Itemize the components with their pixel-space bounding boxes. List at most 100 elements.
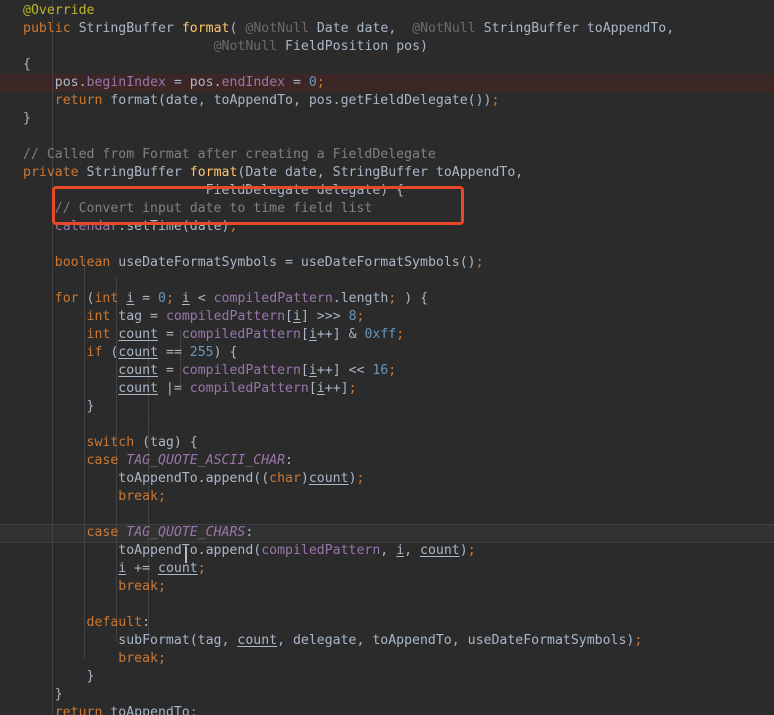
code-token: [	[300, 363, 309, 378]
code-token: ;	[467, 543, 476, 558]
code-line[interactable]: @Override	[0, 2, 774, 20]
code-line[interactable]: count = compiledPattern[i++] << 16;	[0, 362, 774, 380]
code-line[interactable]	[0, 596, 774, 614]
code-token: // Called from Format after creating a F…	[23, 147, 436, 162]
code-line[interactable]: // Called from Format after creating a F…	[0, 146, 774, 164]
code-token: break	[118, 489, 158, 504]
code-line[interactable]: private StringBuffer format(Date date, S…	[0, 164, 774, 182]
code-token: +=	[126, 561, 158, 576]
code-token: ;	[396, 327, 405, 342]
code-token: int	[86, 309, 111, 324]
code-line[interactable]: i += count;	[0, 560, 774, 578]
code-line[interactable]: @NotNull FieldPosition pos)	[0, 38, 774, 56]
code-token: @Override	[23, 3, 95, 18]
code-line[interactable]	[0, 506, 774, 524]
code-token: =	[158, 327, 182, 342]
text-caret	[185, 547, 187, 563]
code-line[interactable]: int count = compiledPattern[i++] & 0xff;	[0, 326, 774, 344]
code-line[interactable]: switch (tag) {	[0, 434, 774, 452]
code-line[interactable]: }	[0, 686, 774, 704]
code-token: private	[23, 165, 79, 180]
code-token: for	[54, 291, 79, 306]
code-token: =	[165, 75, 190, 90]
code-line[interactable]: toAppendTo.append(compiledPattern, i, co…	[0, 542, 774, 560]
code-token: ;	[189, 705, 198, 715]
code-token: // Convert input date to time field list	[54, 201, 373, 216]
code-line[interactable]: // Convert input date to time field list	[0, 200, 774, 218]
code-token: ;	[388, 291, 405, 306]
code-token: ;	[197, 561, 206, 576]
code-token: endIndex	[221, 75, 286, 90]
code-line[interactable]	[0, 128, 774, 146]
code-line[interactable]: boolean useDateFormatSymbols = useDateFo…	[0, 254, 774, 272]
code-token: useDateFormatSymbols = useDateFormatSymb…	[118, 255, 476, 270]
code-line[interactable]: count |= compiledPattern[i++];	[0, 380, 774, 398]
code-line[interactable]	[0, 416, 774, 434]
code-token: ] >>>	[300, 309, 349, 324]
code-token: format	[189, 165, 238, 180]
code-token: compiledPattern	[189, 381, 309, 396]
code-line[interactable]: for (int i = 0; i < compiledPattern.leng…	[0, 290, 774, 308]
code-token: i	[308, 327, 317, 342]
code-token: return	[54, 705, 103, 715]
code-line[interactable]: break;	[0, 578, 774, 596]
code-line[interactable]: if (count == 255) {	[0, 344, 774, 362]
code-token: :	[285, 453, 293, 468]
code-line[interactable]: }	[0, 110, 774, 128]
code-line[interactable]: break;	[0, 650, 774, 668]
code-token: case	[86, 525, 119, 540]
code-token: if	[86, 345, 103, 360]
code-token: :	[142, 615, 151, 630]
code-token: ;	[157, 651, 166, 666]
code-token: {	[23, 57, 31, 72]
code-line[interactable]: {	[0, 56, 774, 74]
code-line[interactable]: case TAG_QUOTE_ASCII_CHAR:	[0, 452, 774, 470]
code-line[interactable]: return toAppendTo;	[0, 704, 774, 715]
code-content[interactable]: @Override public StringBuffer format( @No…	[0, 0, 774, 715]
code-token: public	[23, 21, 71, 36]
code-token: }	[86, 669, 95, 684]
code-line[interactable]: FieldDelegate delegate) {	[0, 182, 774, 200]
code-token: break	[118, 651, 158, 666]
code-line[interactable]	[0, 272, 774, 290]
code-token: .	[78, 75, 87, 90]
code-token: case	[86, 453, 119, 468]
code-token: @NotNull	[213, 39, 278, 54]
code-token: @NotNull	[412, 21, 476, 36]
code-token: count	[118, 363, 158, 378]
code-token: FieldPosition pos)	[285, 39, 428, 54]
code-line[interactable]: }	[0, 398, 774, 416]
code-token: format	[181, 21, 230, 36]
code-line[interactable]: toAppendTo.append((char)count);	[0, 470, 774, 488]
code-token: )	[459, 543, 468, 558]
code-token: 0xff	[364, 327, 397, 342]
code-token: =	[285, 75, 309, 90]
code-token: format(date, toAppendTo, pos.getFieldDel…	[110, 93, 492, 108]
code-token: i	[292, 309, 301, 324]
code-token: toAppendTo	[102, 705, 190, 715]
code-token: count	[420, 543, 460, 558]
code-token: ;	[348, 381, 357, 396]
code-token: 0	[158, 291, 166, 306]
code-line[interactable]: calendar.setTime(date);	[0, 218, 774, 236]
code-token: ++] <<	[316, 363, 373, 378]
code-token: FieldDelegate delegate) {	[23, 183, 405, 198]
code-token: count	[118, 345, 159, 360]
code-line[interactable]: pos.beginIndex = pos.endIndex = 0;	[0, 74, 774, 92]
code-line[interactable]: case TAG_QUOTE_CHARS:	[0, 524, 774, 542]
code-line[interactable]: }	[0, 668, 774, 686]
code-line[interactable]: public StringBuffer format( @NotNull Dat…	[0, 20, 774, 38]
code-line[interactable]: return format(date, toAppendTo, pos.getF…	[0, 92, 774, 110]
code-line[interactable]: break;	[0, 488, 774, 506]
code-line[interactable]: default:	[0, 614, 774, 632]
code-editor[interactable]: @Override public StringBuffer format( @No…	[0, 0, 774, 715]
code-line[interactable]: subFormat(tag, count, delegate, toAppend…	[0, 632, 774, 650]
code-line[interactable]: int tag = compiledPattern[i] >>> 8;	[0, 308, 774, 326]
code-line[interactable]	[0, 236, 774, 254]
code-token: [	[300, 327, 309, 342]
